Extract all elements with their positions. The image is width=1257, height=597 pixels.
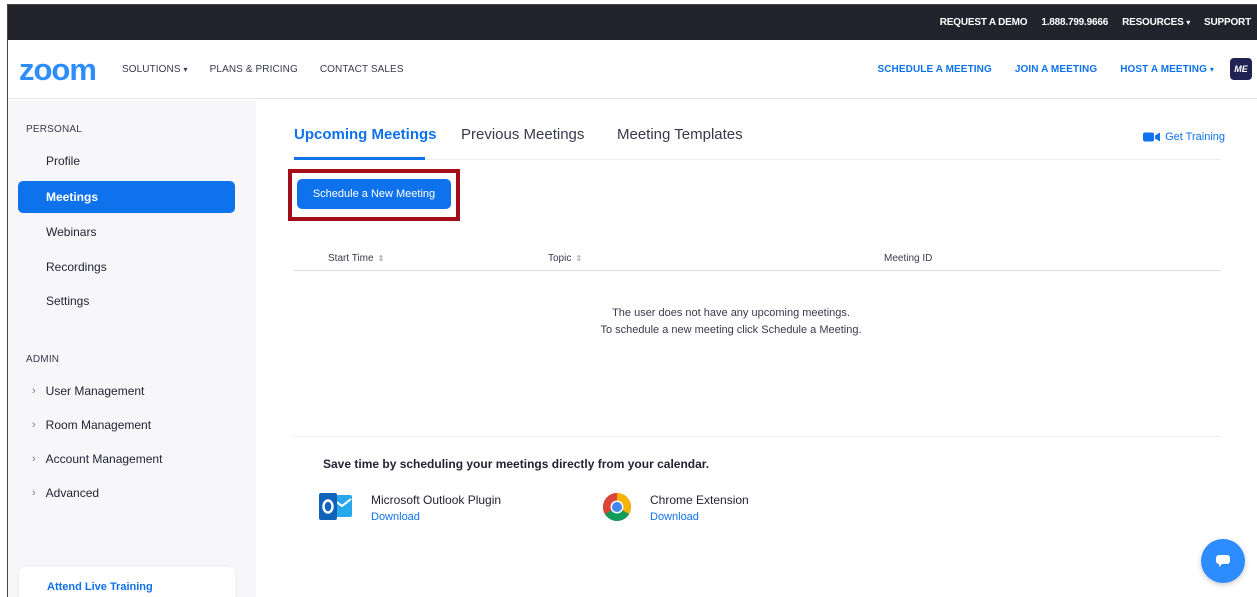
nav-solutions-label: SOLUTIONS: [121, 63, 181, 75]
section-divider: [294, 436, 1221, 437]
sidebar-item-meetings[interactable]: Meetings: [18, 181, 235, 213]
empty-state-line: The user does not have any upcoming meet…: [612, 307, 850, 319]
resources-label: RESOURCES: [1122, 17, 1184, 28]
chrome-extension: Chrome Extension Download: [602, 492, 749, 523]
empty-state-message: The user does not have any upcoming meet…: [256, 305, 1206, 339]
tab-meeting-templates[interactable]: Meeting Templates: [617, 126, 743, 143]
phone-number-link[interactable]: 1.888.799.9666: [1041, 17, 1108, 28]
get-training-label: Get Training: [1165, 131, 1225, 143]
chevron-right-icon: ›: [32, 453, 36, 465]
calendar-section-title: Save time by scheduling your meetings di…: [323, 457, 710, 471]
main-header: zoom SOLUTIONS ▾ PLANS & PRICING CONTACT…: [8, 40, 1257, 99]
highlight-box: Schedule a New Meeting: [288, 169, 460, 221]
sidebar-item-room-management[interactable]: › Room Management: [8, 408, 256, 442]
sidebar: PERSONAL Profile Meetings Webinars Recor…: [8, 100, 256, 597]
chat-icon: [1216, 555, 1230, 567]
get-training-link[interactable]: Get Training: [1143, 131, 1225, 143]
empty-state-line: To schedule a new meeting click Schedule…: [600, 324, 862, 336]
sidebar-item-label: User Management: [45, 384, 145, 398]
chevron-right-icon: ›: [32, 419, 36, 431]
plugin-name: Microsoft Outlook Plugin: [371, 493, 502, 507]
chevron-right-icon: ›: [32, 385, 36, 397]
resources-menu[interactable]: RESOURCES ▾: [1122, 17, 1190, 28]
sidebar-item-label: Advanced: [45, 486, 100, 500]
chevron-right-icon: ›: [32, 487, 36, 499]
column-label: Topic: [548, 253, 572, 264]
main-content: Upcoming Meetings Previous Meetings Meet…: [256, 100, 1257, 597]
personal-section-label: PERSONAL: [26, 124, 83, 135]
sidebar-item-advanced[interactable]: › Advanced: [8, 476, 256, 510]
tab-previous-meetings[interactable]: Previous Meetings: [461, 126, 584, 143]
nav-plans-pricing[interactable]: PLANS & PRICING: [210, 64, 298, 75]
column-meeting-id: Meeting ID: [884, 253, 933, 264]
chat-button[interactable]: [1201, 539, 1245, 583]
caret-down-icon: ▾: [183, 64, 188, 74]
attend-live-training-link[interactable]: Attend Live Training: [19, 567, 235, 597]
column-label: Start Time: [328, 253, 374, 264]
avatar[interactable]: ME: [1230, 58, 1252, 80]
column-start-time[interactable]: Start Time ⇕: [328, 253, 384, 264]
chrome-icon: [603, 493, 631, 521]
sidebar-item-account-management[interactable]: › Account Management: [8, 442, 256, 476]
join-meeting-link[interactable]: JOIN A MEETING: [1015, 64, 1097, 75]
sidebar-item-user-management[interactable]: › User Management: [8, 374, 256, 408]
sort-icon: ⇕: [575, 254, 583, 263]
primary-nav: SOLUTIONS ▾ PLANS & PRICING CONTACT SALE…: [122, 64, 426, 75]
schedule-meeting-link[interactable]: SCHEDULE A MEETING: [877, 64, 991, 75]
column-topic[interactable]: Topic ⇕: [548, 253, 582, 264]
meeting-tabs: Upcoming Meetings Previous Meetings Meet…: [294, 100, 1221, 160]
host-meeting-menu[interactable]: HOST A MEETING ▾: [1120, 64, 1214, 75]
schedule-new-meeting-button[interactable]: Schedule a New Meeting: [297, 179, 451, 209]
nav-solutions[interactable]: SOLUTIONS ▾: [122, 64, 188, 75]
sidebar-item-label: Account Management: [45, 452, 163, 466]
outlook-plugin: Microsoft Outlook Plugin Download: [319, 492, 501, 523]
sidebar-item-settings[interactable]: Settings: [18, 285, 235, 317]
meetings-table-header: Start Time ⇕ Topic ⇕ Meeting ID: [294, 243, 1221, 271]
outlook-download-link[interactable]: Download: [371, 511, 501, 523]
sidebar-item-recordings[interactable]: Recordings: [18, 251, 235, 283]
admin-section-label: ADMIN: [26, 354, 60, 365]
sort-icon: ⇕: [377, 254, 385, 263]
video-camera-icon: [1143, 132, 1161, 142]
utility-bar: REQUEST A DEMO 1.888.799.9666 RESOURCES …: [8, 5, 1257, 40]
chrome-download-link[interactable]: Download: [650, 511, 749, 523]
plugin-name: Chrome Extension: [650, 493, 749, 507]
account-nav: SCHEDULE A MEETING JOIN A MEETING HOST A…: [854, 58, 1257, 80]
support-link[interactable]: SUPPORT: [1204, 17, 1251, 28]
caret-down-icon: ▾: [1186, 18, 1191, 27]
zoom-logo[interactable]: zoom: [19, 54, 97, 85]
sidebar-item-label: Room Management: [45, 418, 152, 432]
browser-page: REQUEST A DEMO 1.888.799.9666 RESOURCES …: [7, 4, 1257, 597]
sidebar-item-webinars[interactable]: Webinars: [18, 216, 235, 248]
nav-contact-sales[interactable]: CONTACT SALES: [320, 64, 404, 75]
tab-upcoming-meetings[interactable]: Upcoming Meetings: [294, 126, 437, 143]
sidebar-item-profile[interactable]: Profile: [18, 145, 235, 177]
host-meeting-label: HOST A MEETING: [1120, 63, 1207, 75]
active-tab-indicator: [294, 157, 425, 160]
request-demo-link[interactable]: REQUEST A DEMO: [940, 17, 1028, 28]
outlook-icon: [319, 493, 352, 520]
caret-down-icon: ▾: [1209, 64, 1214, 74]
